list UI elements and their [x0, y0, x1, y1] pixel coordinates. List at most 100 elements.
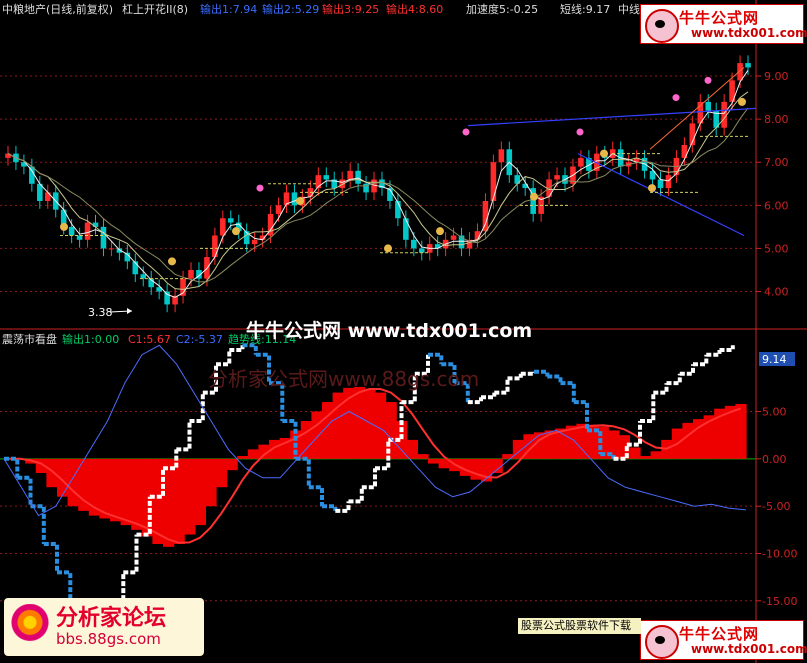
signal-marker	[168, 257, 176, 266]
tdx-badge-bottom: 牛牛公式网 www.tdx001.com	[640, 620, 807, 660]
histogram-bar	[650, 451, 662, 459]
mid-line-label: 中线	[618, 2, 640, 16]
osc-tick-label: -5.00	[762, 500, 790, 513]
flower-logo-icon	[10, 604, 50, 650]
candle-body	[228, 218, 234, 223]
histogram-bar	[417, 454, 429, 459]
osc-tick-label: -10.00	[762, 547, 797, 560]
stepped-signal-line	[229, 345, 245, 352]
badge-url: www.tdx001.com	[691, 642, 807, 656]
sub-c1: C1:5.67	[128, 333, 171, 346]
stepped-signal-line	[693, 354, 709, 367]
watermark-faded: 分析家公式网www.88gs.com	[208, 367, 479, 391]
candle-body	[291, 192, 298, 206]
badge-title: 牛牛公式网	[679, 9, 760, 27]
candle-body	[745, 63, 751, 68]
output-2-label: 输出2:5.29	[262, 2, 319, 16]
histogram-bar	[629, 447, 641, 459]
price-tick-label: 7.00	[764, 156, 789, 169]
stepped-signal-line	[322, 504, 338, 511]
cow-icon	[645, 9, 679, 43]
sub-c2: C2:-5.37	[176, 333, 223, 346]
candle-body	[498, 149, 505, 163]
stepped-signal-line	[242, 343, 258, 355]
histogram-bar	[375, 392, 387, 459]
forum-logo-title: 分析家论坛	[56, 606, 167, 631]
candle-body	[323, 175, 330, 180]
alert-marker	[256, 184, 264, 192]
candle-body	[578, 157, 584, 167]
stepped-signal-line	[216, 350, 232, 367]
candle-body	[721, 101, 727, 128]
candle-body	[84, 222, 91, 240]
candle-body	[347, 170, 353, 180]
stepped-signal-line	[295, 456, 311, 488]
candle-body	[29, 166, 35, 184]
stepped-signal-line	[640, 392, 656, 423]
stepped-signal-line	[719, 345, 735, 352]
stepped-signal-line	[666, 373, 682, 386]
histogram-bar	[46, 458, 58, 488]
histogram-bar	[470, 458, 482, 480]
stepped-signal-line	[43, 542, 59, 573]
stepped-signal-line	[176, 421, 192, 452]
stepped-signal-line	[679, 364, 695, 376]
histogram-bar	[640, 456, 652, 459]
stock-title: 中粮地产(日线,前复权)	[2, 2, 113, 16]
trend-value: 9.14	[762, 353, 787, 366]
histogram-bar	[216, 458, 228, 488]
candle-body	[44, 192, 51, 202]
histogram-bar	[364, 388, 376, 459]
histogram-bar	[184, 458, 196, 535]
osc-tick-label: 5.00	[762, 406, 787, 419]
histogram-bar	[120, 458, 132, 526]
histogram-bar	[194, 458, 206, 526]
candle-body	[490, 162, 497, 202]
candle-body	[665, 175, 672, 189]
price-tick-label: 4.00	[764, 286, 789, 299]
signal-marker	[384, 244, 392, 253]
badge-url: www.tdx001.com	[691, 26, 807, 40]
histogram-bar	[237, 456, 249, 459]
histogram-bar	[173, 458, 185, 545]
stock-chart: 4.00 5.00 6.00 7.00 8.00 9.00 5.00 0.00 -5.00 -10…	[0, 0, 807, 663]
stepped-signal-line	[308, 485, 324, 507]
histogram-bar	[406, 439, 418, 459]
stepped-signal-line	[560, 381, 576, 403]
alert-marker	[462, 128, 470, 136]
price-tick-label: 8.00	[764, 113, 789, 126]
signal-marker	[296, 197, 304, 206]
histogram-bar	[247, 449, 259, 459]
stepped-signal-line	[494, 378, 510, 395]
histogram-bar	[226, 458, 238, 471]
histogram-bar	[534, 432, 546, 459]
histogram-bar	[110, 458, 122, 522]
histogram-bar	[99, 458, 111, 519]
watermark-main: 牛牛公式网 www.tdx001.com	[246, 319, 532, 342]
low-arrow-head	[127, 308, 132, 314]
histogram-bar	[428, 458, 440, 464]
candle-body	[355, 170, 361, 184]
candle-body	[100, 226, 107, 249]
histogram-bar	[205, 458, 217, 507]
stepped-signal-line	[348, 487, 364, 504]
osc-tick-label: -15.00	[762, 595, 797, 608]
signal-marker	[738, 97, 746, 106]
candle-body	[737, 63, 743, 81]
stepped-signal-line	[110, 572, 126, 603]
forum-logo: 分析家论坛 bbs.88gs.com	[4, 598, 204, 656]
alert-marker	[672, 94, 680, 102]
candle-body	[212, 235, 218, 258]
signal-marker	[648, 184, 656, 193]
candle-body	[108, 248, 115, 250]
stepped-signal-line	[361, 468, 377, 490]
candle-body	[188, 269, 194, 279]
price-tick-label: 9.00	[764, 70, 789, 83]
candle-body	[275, 205, 282, 214]
candle-body	[251, 239, 258, 245]
histogram-bar	[67, 458, 79, 507]
candle-body	[411, 239, 417, 249]
candle-body	[92, 222, 99, 227]
sub-output-1: 输出1:0.00	[62, 332, 119, 346]
stepped-signal-line	[653, 383, 669, 395]
